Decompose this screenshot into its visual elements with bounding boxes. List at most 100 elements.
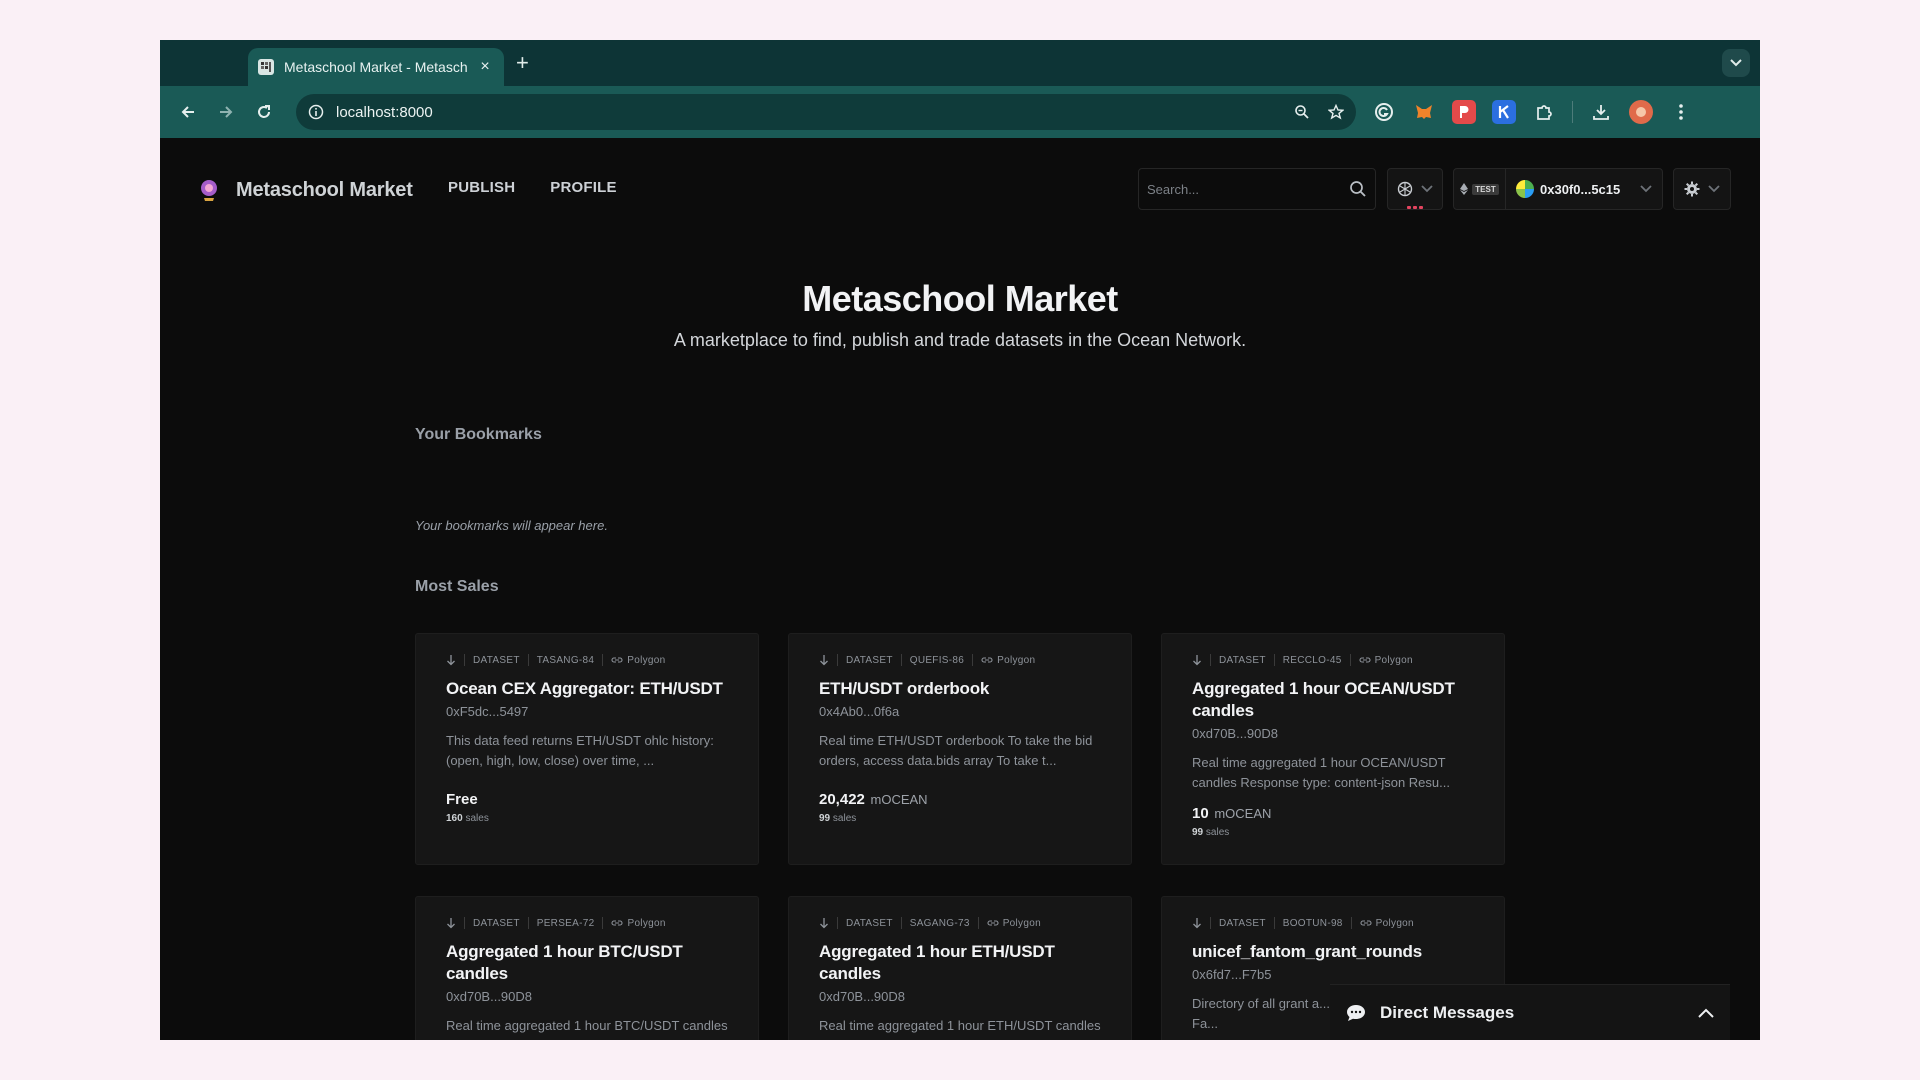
- menu-item-publish[interactable]: PUBLISH: [448, 179, 515, 196]
- asset-type: DATASET: [846, 917, 893, 929]
- asset-description: Real time aggregated 1 hour ETH/USDT can…: [819, 1018, 1101, 1033]
- download-arrow-icon: [447, 918, 455, 929]
- asset-meta: DATASET QUEFIS-86 Polygon: [819, 654, 1101, 666]
- search-icon: [1350, 181, 1366, 197]
- chat-icon: [1347, 1004, 1365, 1021]
- asset-card[interactable]: DATASET RECCLO-45 Polygon Aggregated 1 h…: [1161, 633, 1505, 865]
- logo-mark-icon: [201, 180, 217, 201]
- app-logo-text: Metaschool Market: [236, 178, 413, 201]
- asset-title: Aggregated 1 hour BTC/USDT candles: [446, 942, 683, 983]
- asset-description: This data feed returns ETH/USDT ohlc his…: [446, 733, 714, 768]
- extension-red-icon[interactable]: [1452, 100, 1476, 124]
- extensions-puzzle-icon[interactable]: [1532, 100, 1556, 124]
- download-icon[interactable]: [1589, 100, 1613, 124]
- browser-tab[interactable]: Metaschool Market - Metasch ×: [248, 48, 504, 86]
- asset-title: unicef_fantom_grant_rounds: [1192, 942, 1422, 961]
- price-unit: mOCEAN: [870, 792, 928, 807]
- download-arrow-icon: [820, 918, 828, 929]
- site-info-icon[interactable]: [308, 104, 324, 120]
- price-value: 10: [1192, 805, 1209, 822]
- browser-toolbar: localhost:8000: [160, 86, 1760, 138]
- address-bar[interactable]: localhost:8000: [296, 94, 1356, 130]
- asset-type: DATASET: [1219, 654, 1266, 666]
- wallet-button[interactable]: TEST 0x30f0...5c15: [1453, 168, 1663, 210]
- asset-meta: DATASET BOOTUN-98 Polygon: [1192, 917, 1474, 929]
- search-box[interactable]: [1138, 168, 1376, 210]
- grammarly-icon[interactable]: [1372, 100, 1396, 124]
- reload-button[interactable]: [248, 96, 280, 128]
- chevron-up-icon: [1698, 1008, 1714, 1018]
- hero: Metaschool Market A marketplace to find,…: [160, 278, 1760, 351]
- asset-sales: 99 sales: [1192, 827, 1474, 838]
- extension-k-icon[interactable]: [1492, 100, 1516, 124]
- asset-card[interactable]: DATASET QUEFIS-86 Polygon ETH/USDT order…: [788, 633, 1132, 865]
- asset-owner: 0xF5dc...5497: [446, 704, 529, 719]
- zoom-icon[interactable]: [1294, 104, 1310, 120]
- link-icon: [611, 657, 623, 663]
- url-text: localhost:8000: [336, 103, 433, 121]
- ethereum-icon: [1460, 183, 1469, 195]
- wallet-avatar: [1516, 180, 1534, 198]
- direct-messages-panel[interactable]: Direct Messages: [1330, 984, 1730, 1040]
- star-icon[interactable]: [1328, 104, 1344, 120]
- asset-meta: DATASET TASANG-84 Polygon: [446, 654, 728, 666]
- price-unit: mOCEAN: [1214, 806, 1272, 821]
- tab-search-button[interactable]: [1722, 49, 1750, 77]
- site-favicon-icon: [258, 59, 274, 75]
- asset-title: Aggregated 1 hour OCEAN/USDT candles: [1192, 679, 1455, 720]
- search-input[interactable]: [1147, 181, 1349, 197]
- sales-count: 99: [819, 813, 831, 824]
- chevron-down-icon: [1421, 185, 1433, 193]
- chevron-down-icon: [1730, 59, 1742, 67]
- asset-meta: DATASET PERSEA-72 Polygon: [446, 917, 728, 929]
- asset-symbol: BOOTUN-98: [1282, 917, 1343, 929]
- price-value: 20,422: [819, 791, 865, 808]
- link-icon: [1360, 920, 1372, 926]
- asset-card[interactable]: DATASET PERSEA-72 Polygon Aggregated 1 h…: [415, 896, 759, 1040]
- link-icon: [1359, 657, 1371, 663]
- metamask-icon[interactable]: [1412, 100, 1436, 124]
- asset-card[interactable]: DATASET SAGANG-73 Polygon Aggregated 1 h…: [788, 896, 1132, 1040]
- asset-description: Real time aggregated 1 hour OCEAN/USDT c…: [1192, 755, 1450, 790]
- kebab-menu-icon[interactable]: [1669, 100, 1693, 124]
- profile-icon[interactable]: [1629, 100, 1653, 124]
- sales-count: 160: [446, 813, 463, 824]
- chevron-down-icon: [1640, 185, 1652, 193]
- download-arrow-icon: [447, 655, 455, 666]
- tab-strip: Metaschool Market - Metasch × +: [160, 40, 1760, 86]
- app-logo[interactable]: Metaschool Market: [198, 178, 413, 202]
- network-status-dots: [1407, 206, 1425, 209]
- page-subtitle: A marketplace to find, publish and trade…: [673, 330, 1247, 350]
- menu-item-profile[interactable]: PROFILE: [550, 179, 616, 196]
- asset-network: Polygon: [627, 917, 666, 929]
- asset-symbol: TASANG-84: [536, 654, 595, 666]
- asset-type: DATASET: [846, 654, 893, 666]
- sales-label: sales: [1205, 827, 1230, 838]
- asset-price: 10 mOCEAN: [1192, 805, 1474, 822]
- forward-button[interactable]: [210, 96, 242, 128]
- asset-type: DATASET: [473, 917, 520, 929]
- asset-owner: 0x6fd7...F7b5: [1192, 967, 1272, 982]
- asset-sales: 160 sales: [446, 813, 728, 824]
- tab-close-icon[interactable]: ×: [476, 58, 494, 76]
- bookmarks-empty-text: Your bookmarks will appear here.: [415, 518, 608, 533]
- settings-button[interactable]: [1673, 168, 1731, 210]
- chevron-down-icon: [1708, 185, 1720, 193]
- new-tab-button[interactable]: +: [516, 50, 529, 76]
- asset-title: ETH/USDT orderbook: [819, 679, 990, 698]
- tab-title: Metaschool Market - Metasch: [284, 59, 468, 75]
- network-selector[interactable]: [1387, 168, 1443, 210]
- network-badge: TEST: [1472, 183, 1499, 195]
- direct-messages-label: Direct Messages: [1380, 1002, 1515, 1022]
- gear-icon: [1684, 181, 1700, 197]
- asset-price: 20,422 mOCEAN: [819, 791, 1101, 808]
- asset-title: Aggregated 1 hour ETH/USDT candles: [819, 942, 1055, 983]
- asset-card[interactable]: DATASET TASANG-84 Polygon Ocean CEX Aggr…: [415, 633, 759, 865]
- asset-meta: DATASET SAGANG-73 Polygon: [819, 917, 1101, 929]
- main-menu: PUBLISH PROFILE: [448, 179, 652, 196]
- app-header: Metaschool Market PUBLISH PROFILE TEST: [160, 138, 1760, 238]
- back-button[interactable]: [172, 96, 204, 128]
- asset-owner: 0xd70B...90D8: [819, 989, 906, 1004]
- sales-label: sales: [832, 813, 857, 824]
- wallet-address: 0x30f0...5c15: [1540, 181, 1621, 197]
